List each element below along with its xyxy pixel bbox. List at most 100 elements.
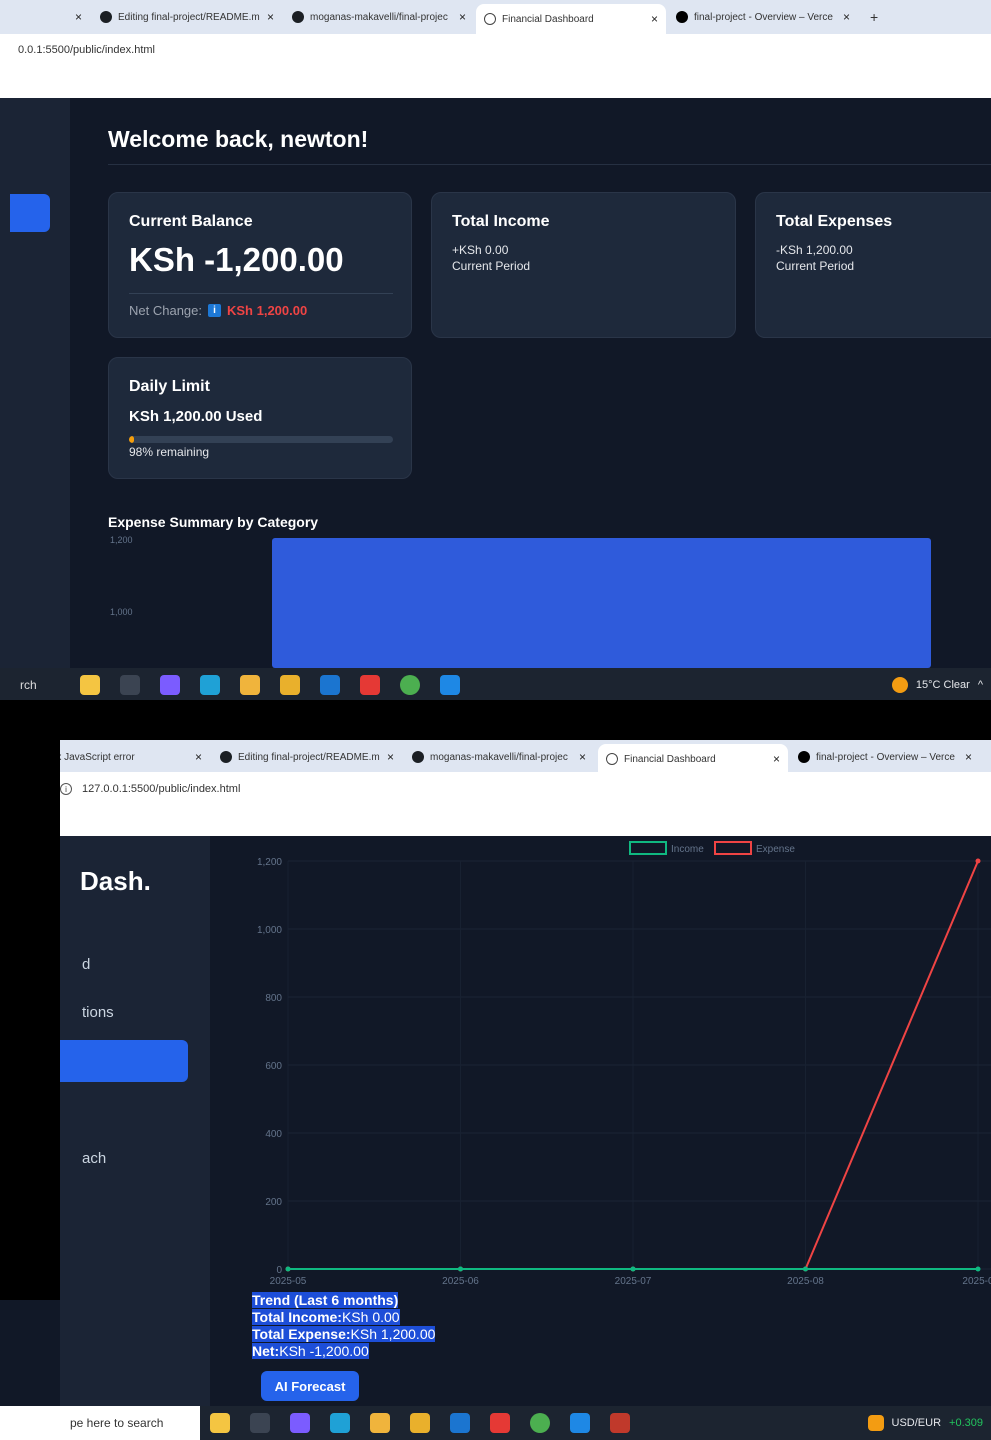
legend-swatch bbox=[714, 841, 752, 855]
page-top-strip bbox=[0, 66, 991, 98]
taskbar-search[interactable]: rch bbox=[0, 678, 70, 692]
sidebar-item-active[interactable] bbox=[10, 194, 50, 232]
torn-gap bbox=[0, 700, 991, 740]
data-point-expense bbox=[975, 858, 981, 864]
info-icon: i bbox=[208, 304, 221, 317]
youtube-icon[interactable] bbox=[490, 1413, 510, 1433]
sidebar: Dash. d tions ach bbox=[60, 836, 210, 1406]
net-change-label: Net Change: bbox=[129, 303, 202, 318]
close-icon[interactable]: × bbox=[579, 750, 586, 764]
daily-remaining: 98% remaining bbox=[129, 445, 210, 459]
outlook-icon[interactable] bbox=[450, 1413, 470, 1433]
y-tick-label: 800 bbox=[265, 993, 282, 1004]
card-title: Total Income bbox=[452, 213, 550, 230]
y-tick-label: 1,000 bbox=[110, 607, 133, 617]
browser-tab[interactable]: Fix JavaScript error × bbox=[40, 744, 210, 770]
edge-icon[interactable] bbox=[200, 674, 220, 695]
close-icon[interactable]: × bbox=[965, 750, 972, 764]
page-top-strip bbox=[0, 806, 991, 836]
close-icon[interactable]: × bbox=[651, 12, 658, 26]
divider bbox=[108, 164, 991, 165]
balance-value: KSh -1,200.00 bbox=[129, 241, 344, 278]
system-tray: 15°C Clear ^ bbox=[891, 676, 983, 693]
app-icon[interactable] bbox=[160, 674, 180, 695]
trend-net-value: KSh -1,200.00 bbox=[279, 1343, 369, 1359]
browser-tab-active[interactable]: Financial Dashboard × bbox=[476, 4, 666, 34]
stock-icon bbox=[867, 1415, 884, 1431]
screenshot-top: × Editing final-project/README.m × mogan… bbox=[0, 0, 991, 700]
chrome-icon[interactable] bbox=[530, 1413, 550, 1433]
app-icon[interactable] bbox=[290, 1413, 310, 1433]
file-explorer-icon[interactable] bbox=[280, 674, 300, 695]
y-tick-label: 1,200 bbox=[257, 857, 282, 868]
close-icon[interactable]: × bbox=[843, 10, 850, 24]
address-bar[interactable]: 0.0.1:5500/public/index.html bbox=[0, 34, 991, 66]
copilot-icon[interactable] bbox=[210, 1413, 230, 1433]
browser-tab[interactable]: × bbox=[20, 4, 90, 30]
close-icon[interactable]: × bbox=[195, 750, 202, 764]
trend-expense-value: KSh 1,200.00 bbox=[350, 1326, 436, 1342]
globe-icon bbox=[484, 13, 496, 25]
tab-label: moganas-makavelli/final-projec bbox=[430, 751, 568, 763]
trend-line-chart: 0 200 400 600 800 1,000 1,200 2025-05 2025-06 202… bbox=[257, 841, 991, 1286]
task-view-icon[interactable] bbox=[250, 1413, 270, 1433]
daily-limit-card: Daily Limit KSh 1,200.00 Used 98% remain… bbox=[108, 357, 412, 479]
close-icon[interactable]: × bbox=[387, 750, 394, 764]
browser-tab[interactable]: Editing final-project/README.m × bbox=[212, 744, 402, 770]
x-tick-label: 2025-0 bbox=[962, 1276, 991, 1286]
tab-label: Fix JavaScript error bbox=[48, 751, 135, 763]
data-point-income bbox=[975, 1266, 981, 1272]
tab-label: Editing final-project/README.m bbox=[118, 11, 260, 23]
browser-tab-active[interactable]: Financial Dashboard × bbox=[598, 744, 788, 774]
chrome-icon[interactable] bbox=[400, 674, 420, 695]
legend-swatch bbox=[629, 841, 667, 855]
store-icon[interactable] bbox=[240, 674, 260, 695]
new-tab-button[interactable]: + bbox=[862, 4, 892, 30]
taskbar: pe here to search USD/EUR +0.309 bbox=[0, 1406, 991, 1440]
income-period: Current Period bbox=[452, 259, 531, 273]
y-tick-label: 1,200 bbox=[110, 535, 133, 545]
vscode-icon[interactable] bbox=[570, 1413, 590, 1433]
browser-tab[interactable]: Editing final-project/README.m × bbox=[92, 4, 282, 30]
file-explorer-icon[interactable] bbox=[410, 1413, 430, 1433]
copilot-icon[interactable] bbox=[80, 674, 100, 695]
x-tick-label: 2025-05 bbox=[270, 1276, 307, 1286]
system-tray: USD/EUR +0.309 bbox=[867, 1415, 983, 1431]
sidebar-item-coach[interactable]: ach bbox=[82, 1150, 106, 1167]
card-title: Total Expenses bbox=[776, 213, 893, 230]
close-icon[interactable]: × bbox=[75, 10, 82, 24]
chevron-up-icon[interactable]: ^ bbox=[978, 679, 983, 691]
browser-tab[interactable]: final-project - Overview – Verce × bbox=[790, 744, 980, 770]
edge-icon[interactable] bbox=[330, 1413, 350, 1433]
y-tick-label: 200 bbox=[265, 1197, 282, 1208]
browser-tab[interactable]: moganas-makavelli/final-projec × bbox=[404, 744, 594, 770]
vscode-icon[interactable] bbox=[440, 674, 460, 695]
trend-income-label: Total Income: bbox=[252, 1309, 342, 1325]
close-icon[interactable]: × bbox=[267, 10, 274, 24]
browser-tab[interactable]: final-project - Overview – Verce × bbox=[668, 4, 858, 30]
address-bar[interactable]: i 127.0.0.1:5500/public/index.html bbox=[0, 772, 991, 806]
browser-tab[interactable]: moganas-makavelli/final-projec × bbox=[284, 4, 474, 30]
close-icon[interactable]: × bbox=[773, 752, 780, 766]
task-view-icon[interactable] bbox=[120, 674, 140, 695]
x-tick-label: 2025-08 bbox=[787, 1276, 824, 1286]
ai-forecast-button[interactable]: AI Forecast bbox=[261, 1371, 359, 1401]
sidebar-item-transactions[interactable]: tions bbox=[82, 1004, 114, 1021]
outlook-icon[interactable] bbox=[320, 674, 340, 695]
expense-bar bbox=[272, 538, 931, 668]
y-tick-label: 600 bbox=[265, 1061, 282, 1072]
info-icon[interactable]: i bbox=[60, 783, 72, 795]
data-point-income bbox=[630, 1266, 636, 1272]
sidebar-item-active[interactable] bbox=[60, 1040, 188, 1082]
youtube-icon[interactable] bbox=[360, 674, 380, 695]
sidebar bbox=[0, 98, 70, 668]
globe-icon bbox=[606, 753, 618, 765]
app-icon[interactable] bbox=[610, 1413, 630, 1433]
screenshot-bottom: Fix JavaScript error × Editing final-pro… bbox=[0, 740, 991, 1440]
close-icon[interactable]: × bbox=[459, 10, 466, 24]
income-value: +KSh 0.00 bbox=[452, 243, 509, 257]
taskbar-search[interactable]: pe here to search bbox=[0, 1406, 200, 1440]
store-icon[interactable] bbox=[370, 1413, 390, 1433]
balance-card: Current Balance KSh -1,200.00 Net Change… bbox=[108, 192, 412, 338]
sidebar-item-dashboard[interactable]: d bbox=[82, 956, 90, 973]
